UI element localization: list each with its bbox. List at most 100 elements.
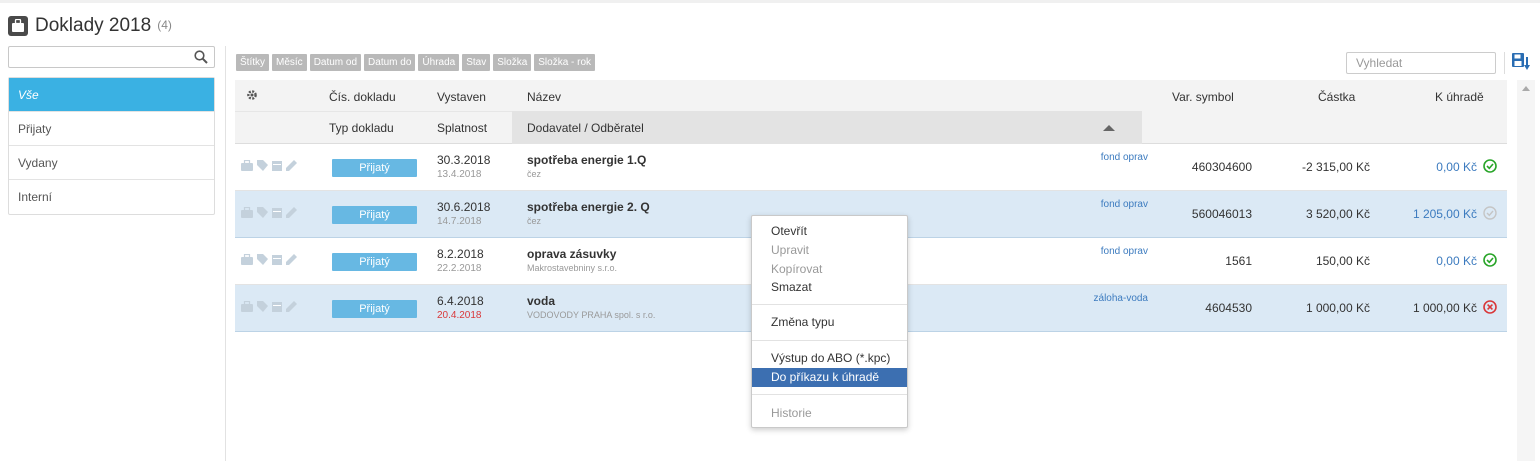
col-typ-dokladu[interactable]: Typ dokladu xyxy=(329,121,394,135)
to-pay: 0,00 Kč xyxy=(1436,160,1477,174)
filter-chip-uhrada[interactable]: Úhrada xyxy=(418,54,460,71)
filter-chips: Štítky Měsíc Datum od Datum do Úhrada St… xyxy=(236,54,596,71)
context-menu: Otevřít Upravit Kopírovat Smazat Změna t… xyxy=(751,215,908,428)
folder-tag[interactable]: fond oprav xyxy=(1101,152,1148,163)
filter-chip-slozka-rok[interactable]: Složka - rok xyxy=(534,54,596,71)
doc-name: oprava zásuvky xyxy=(527,247,617,261)
var-symbol: 1561 xyxy=(1225,254,1252,268)
menu-item-do-prikazu[interactable]: Do příkazu k úhradě xyxy=(752,368,907,387)
sidebar-item-vse[interactable]: Vše xyxy=(9,78,214,112)
col-k-uhrade[interactable]: K úhradě xyxy=(1435,90,1484,104)
calendar-icon[interactable] xyxy=(272,254,282,265)
to-pay: 0,00 Kč xyxy=(1436,254,1477,268)
folder-tag[interactable]: fond oprav xyxy=(1101,246,1148,257)
folder-tag[interactable]: fond oprav xyxy=(1101,199,1148,210)
filter-chip-stitky[interactable]: Štítky xyxy=(236,54,270,71)
doc-type-badge: Přijatý xyxy=(332,300,417,318)
header-split-line xyxy=(235,111,512,112)
doc-name: voda xyxy=(527,294,556,308)
panel-divider xyxy=(225,46,226,461)
due-date: 22.2.2018 xyxy=(437,263,482,274)
due-date: 13.4.2018 xyxy=(437,169,482,180)
table-search-input[interactable]: Vyhledat xyxy=(1346,52,1496,74)
menu-item-vystup-abo[interactable]: Výstup do ABO (*.kpc) xyxy=(752,349,907,368)
save-sort-icon[interactable] xyxy=(1512,53,1530,71)
partial-icon xyxy=(1483,206,1497,220)
filter-chip-slozka[interactable]: Složka xyxy=(493,54,532,71)
sidebar-search-input[interactable] xyxy=(8,46,215,68)
filter-chip-stav[interactable]: Stav xyxy=(462,54,491,71)
top-border xyxy=(0,0,1540,3)
briefcase-icon[interactable] xyxy=(241,207,253,218)
partner-name: čez xyxy=(527,216,542,226)
amount: 1 000,00 Kč xyxy=(1305,301,1370,315)
var-symbol: 460304600 xyxy=(1191,160,1252,174)
unpaid-icon xyxy=(1483,300,1497,314)
amount: -2 315,00 Kč xyxy=(1301,160,1370,174)
doc-name: spotřeba energie 1.Q xyxy=(527,153,647,167)
doc-name: spotřeba energie 2. Q xyxy=(527,200,650,214)
menu-item-otevrit[interactable]: Otevřít xyxy=(752,222,907,241)
col-splatnost[interactable]: Splatnost xyxy=(437,121,487,135)
menu-separator xyxy=(752,340,907,341)
pencil-icon[interactable] xyxy=(286,160,297,171)
menu-item-zmena-typu[interactable]: Změna typu xyxy=(752,313,907,332)
briefcase-icon[interactable] xyxy=(241,254,253,265)
due-date-overdue: 20.4.2018 xyxy=(437,310,482,321)
pencil-icon[interactable] xyxy=(286,301,297,312)
col-cis-dokladu[interactable]: Čís. dokladu xyxy=(329,90,396,104)
tag-icon[interactable] xyxy=(257,301,268,312)
menu-item-smazat[interactable]: Smazat xyxy=(752,278,907,297)
calendar-icon[interactable] xyxy=(272,301,282,312)
calendar-icon[interactable] xyxy=(272,160,282,171)
scroll-up-icon[interactable] xyxy=(1522,86,1530,91)
briefcase-icon[interactable] xyxy=(241,301,253,312)
var-symbol: 4604530 xyxy=(1205,301,1252,315)
row-actions xyxy=(241,301,297,312)
scrollbar[interactable] xyxy=(1517,80,1535,461)
row-actions xyxy=(241,207,297,218)
folder-tag[interactable]: záloha-voda xyxy=(1094,293,1148,304)
sidebar-nav: Vše Přijaty Vydany Interní xyxy=(8,77,215,215)
tag-icon[interactable] xyxy=(257,160,268,171)
pencil-icon[interactable] xyxy=(286,254,297,265)
to-pay: 1 000,00 Kč xyxy=(1412,301,1477,315)
col-var-symbol[interactable]: Var. symbol xyxy=(1172,90,1234,104)
gear-icon[interactable] xyxy=(246,89,258,101)
col-vystaven[interactable]: Vystaven xyxy=(437,90,486,104)
sidebar-item-interni[interactable]: Interní xyxy=(9,180,214,214)
menu-separator xyxy=(752,394,907,395)
tag-icon[interactable] xyxy=(257,207,268,218)
col-nazev[interactable]: Název xyxy=(527,90,561,104)
filter-chip-mesic[interactable]: Měsíc xyxy=(272,54,307,71)
calendar-icon[interactable] xyxy=(272,207,282,218)
sort-asc-icon[interactable] xyxy=(1103,125,1115,131)
briefcase-icon xyxy=(8,16,28,36)
due-date: 14.7.2018 xyxy=(437,216,482,227)
paid-icon xyxy=(1483,253,1497,267)
search-icon[interactable] xyxy=(194,50,208,64)
page-header: Doklady 2018 (4) xyxy=(8,14,172,38)
sidebar-item-prijaty[interactable]: Přijaty xyxy=(9,112,214,146)
col-castka[interactable]: Částka xyxy=(1318,90,1355,104)
page-title: Doklady 2018 xyxy=(35,15,152,36)
doc-type-badge: Přijatý xyxy=(332,253,417,271)
menu-item-upravit: Upravit xyxy=(771,243,810,257)
briefcase-icon[interactable] xyxy=(241,160,253,171)
row-actions xyxy=(241,254,297,265)
doc-type-badge: Přijatý xyxy=(332,206,417,224)
table-row[interactable]: Přijatý 30.3.2018 13.4.2018 spotřeba ene… xyxy=(235,144,1507,191)
issued-date: 8.2.2018 xyxy=(437,247,484,261)
tag-icon[interactable] xyxy=(257,254,268,265)
filter-chip-datum-od[interactable]: Datum od xyxy=(309,54,362,71)
issued-date: 30.3.2018 xyxy=(437,153,491,167)
filter-chip-datum-do[interactable]: Datum do xyxy=(364,54,416,71)
menu-item-historie: Historie xyxy=(771,406,812,420)
pencil-icon[interactable] xyxy=(286,207,297,218)
var-symbol: 560046013 xyxy=(1191,207,1252,221)
issued-date: 30.6.2018 xyxy=(437,200,491,214)
menu-separator xyxy=(752,304,907,305)
table-header: Čís. dokladu Typ dokladu Vystaven Splatn… xyxy=(235,80,1507,144)
col-dodavatel[interactable]: Dodavatel / Odběratel xyxy=(527,121,644,135)
sidebar-item-vydany[interactable]: Vydany xyxy=(9,146,214,180)
